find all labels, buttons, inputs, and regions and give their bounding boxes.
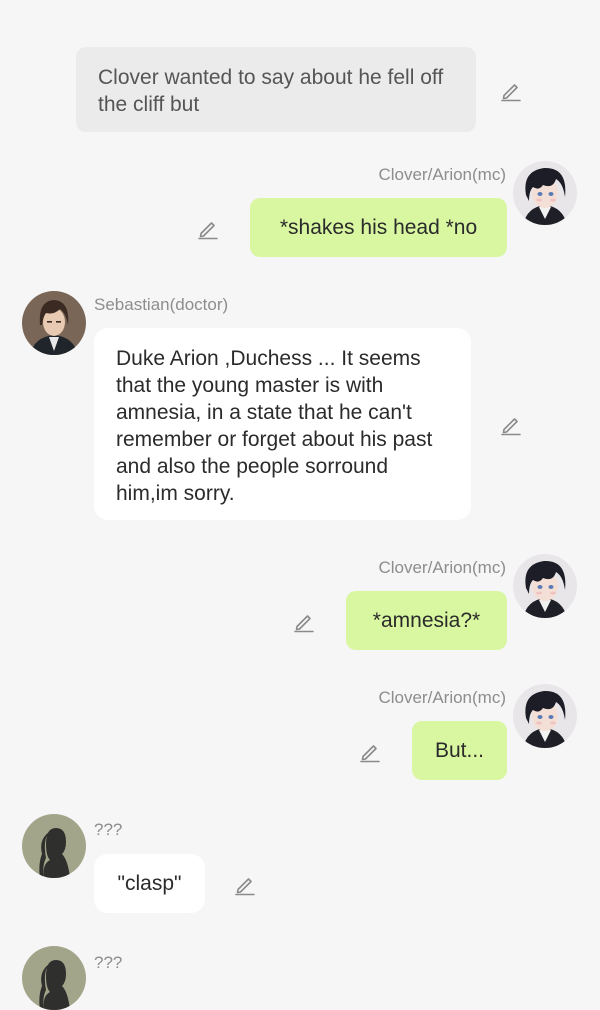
avatar (513, 684, 577, 748)
user-message-bubble: *shakes his head *no (250, 198, 507, 257)
narration-message: Clover wanted to say about he fell off t… (76, 47, 476, 132)
avatar-silhouette-icon (22, 946, 86, 1010)
avatar-doctor-icon (22, 291, 86, 355)
user-message-bubble: But... (412, 721, 507, 780)
pencil-edit-icon[interactable] (499, 412, 523, 436)
avatar-boy-icon (513, 554, 577, 618)
sender-name: Sebastian(doctor) (94, 295, 229, 314)
pencil-edit-icon[interactable] (358, 739, 382, 763)
avatar (513, 554, 577, 618)
sender-name: ??? (94, 820, 123, 839)
npc-message-bubble: Duke Arion ,Duchess ... It seems that th… (94, 328, 471, 520)
sender-name: Clover/Arion(mc) (378, 558, 506, 577)
pencil-edit-icon[interactable] (233, 872, 257, 896)
avatar (22, 291, 86, 355)
pencil-edit-icon[interactable] (292, 609, 316, 633)
avatar-boy-icon (513, 161, 577, 225)
avatar-boy-icon (513, 684, 577, 748)
npc-message-bubble: "clasp" (94, 854, 205, 913)
avatar (22, 946, 86, 1010)
avatar-silhouette-icon (22, 814, 86, 878)
pencil-edit-icon[interactable] (196, 216, 220, 240)
pencil-edit-icon[interactable] (499, 78, 523, 102)
avatar (22, 814, 86, 878)
sender-name: Clover/Arion(mc) (378, 688, 506, 707)
user-message-bubble: *amnesia?* (346, 591, 507, 650)
avatar (513, 161, 577, 225)
sender-name: Clover/Arion(mc) (378, 165, 506, 184)
sender-name: ??? (94, 953, 123, 972)
